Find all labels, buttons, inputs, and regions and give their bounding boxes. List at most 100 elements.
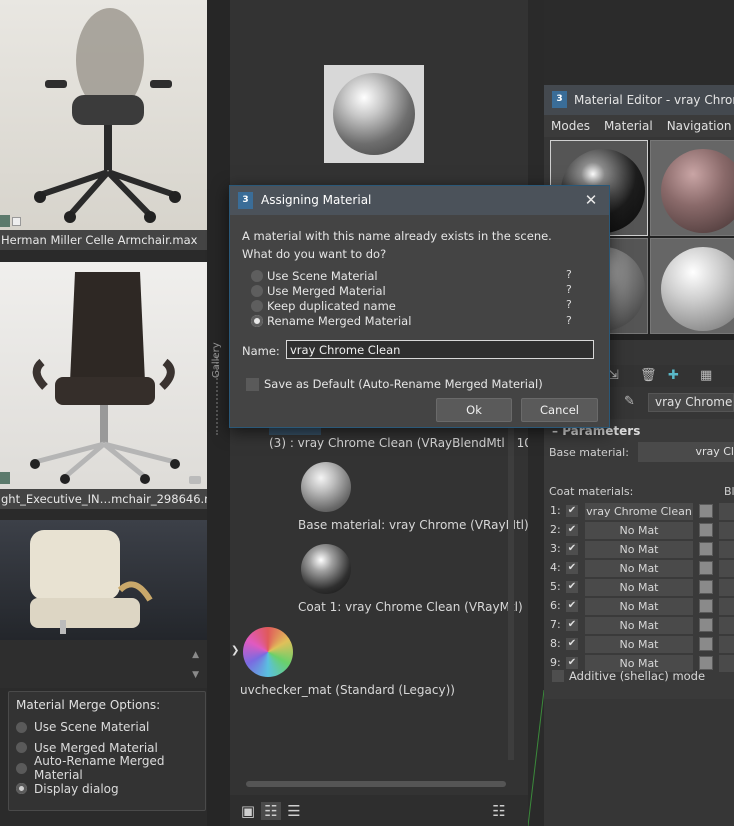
option-keep-duplicated-name[interactable]: Keep duplicated name	[251, 298, 571, 313]
coat-material-button[interactable]: No Mat	[585, 636, 693, 653]
list-view-icon[interactable]: ☰	[284, 802, 304, 820]
delete-icon[interactable]: 🗑	[640, 368, 657, 383]
coat-color-swatch[interactable]	[699, 637, 713, 651]
radio-selected-icon[interactable]	[16, 783, 27, 795]
material-entry-coat[interactable]: Coat 1: vray Chrome Clean (VRayMtl)	[298, 600, 523, 614]
merge-option-use-scene[interactable]: Use Scene Material	[16, 717, 198, 738]
coat-color-swatch[interactable]	[699, 618, 713, 632]
save-default-checkbox[interactable]	[246, 377, 259, 391]
asset-thumbnail-celle[interactable]: Herman Miller Celle Armchair.max	[0, 0, 207, 250]
coat-color-swatch[interactable]	[699, 523, 713, 537]
coat-enabled-checkbox[interactable]: ✔	[566, 543, 578, 555]
option-use-scene-material[interactable]: Use Scene Material	[251, 268, 571, 283]
base-material-button[interactable]: vray Cl	[638, 442, 734, 462]
coat-color-swatch[interactable]	[699, 580, 713, 594]
scroll-down-icon[interactable]: ▼	[192, 670, 199, 680]
gallery-label[interactable]: Gallery	[211, 342, 222, 378]
coat-blend-button[interactable]	[719, 503, 734, 520]
coat-material-button[interactable]: No Mat	[585, 617, 693, 634]
option-rename-merged-material[interactable]: Rename Merged Material	[251, 313, 571, 328]
name-input[interactable]	[286, 340, 594, 359]
dialog-titlebar[interactable]: 3 Assigning Material ✕	[230, 186, 609, 215]
asset-thumbnail-armchair[interactable]	[0, 520, 207, 640]
close-icon[interactable]: ✕	[581, 190, 601, 210]
help-icon[interactable]: ?	[566, 283, 572, 296]
help-icon[interactable]: ?	[566, 298, 572, 311]
base-material-sphere-icon[interactable]	[301, 462, 351, 512]
checker-icon[interactable]: ▦	[700, 368, 712, 383]
coat-enabled-checkbox[interactable]: ✔	[566, 581, 578, 593]
radio-icon[interactable]	[251, 269, 263, 282]
coat-blend-button[interactable]	[719, 541, 734, 558]
select-checkbox-icon[interactable]	[12, 217, 21, 226]
eyedropper-icon[interactable]: ✎	[624, 394, 635, 409]
material-entry-base[interactable]: Base material: vray Chrome (VRayMtl)	[298, 518, 529, 532]
help-icon[interactable]: ?	[566, 268, 572, 281]
coat-material-button[interactable]: No Mat	[585, 579, 693, 596]
additive-mode-row[interactable]: Additive (shellac) mode	[552, 669, 705, 683]
coat-material-button[interactable]: No Mat	[585, 598, 693, 615]
save-as-default-row[interactable]: Save as Default (Auto-Rename Merged Mate…	[246, 377, 543, 391]
merge-options-title: Material Merge Options:	[16, 698, 161, 712]
coat-material-button[interactable]: No Mat	[585, 560, 693, 577]
radio-icon[interactable]	[16, 762, 27, 774]
coat-material-button[interactable]: No Mat	[585, 522, 693, 539]
cancel-button[interactable]: Cancel	[521, 398, 598, 422]
material-editor-titlebar[interactable]: 3 Material Editor - vray Chrome C	[544, 85, 734, 115]
coat-material-button[interactable]: No Mat	[585, 541, 693, 558]
additive-checkbox[interactable]	[552, 670, 564, 682]
menu-material[interactable]: Material	[597, 115, 660, 137]
asset-thumbnail-executive[interactable]: ght_Executive_IN…mchair_298646.max	[0, 262, 207, 509]
app-logo-icon: 3	[238, 192, 253, 209]
material-entry-blend[interactable]: (3) : vray Chrome Clean (VRayBlendMtl - …	[269, 436, 537, 450]
coat-blend-button[interactable]	[719, 598, 734, 615]
coat-blend-button[interactable]	[719, 636, 734, 653]
coat-color-swatch[interactable]	[699, 656, 713, 670]
material-name-field[interactable]: vray Chrome Cle	[648, 393, 734, 412]
help-icon[interactable]: ?	[566, 314, 572, 327]
coat-blend-button[interactable]	[719, 522, 734, 539]
scroll-up-icon[interactable]: ▲	[192, 650, 199, 660]
radio-icon[interactable]	[251, 284, 263, 297]
make-unique-icon[interactable]: ✚	[668, 368, 679, 383]
menu-navigation[interactable]: Navigation	[660, 115, 734, 137]
sample-slot[interactable]	[650, 238, 734, 334]
coat-blend-button[interactable]	[719, 655, 734, 672]
coat-color-swatch[interactable]	[699, 542, 713, 556]
thumbnail-view-icon[interactable]: ▣	[238, 802, 258, 820]
coat-enabled-checkbox[interactable]: ✔	[566, 638, 578, 650]
detail-view-icon[interactable]: ☷	[261, 802, 281, 820]
sphere-icon	[333, 73, 415, 155]
coat-material-sphere-icon[interactable]	[301, 544, 351, 594]
uvchecker-sphere-icon[interactable]	[243, 627, 293, 677]
coat-color-swatch[interactable]	[699, 599, 713, 613]
coat-color-swatch[interactable]	[699, 561, 713, 575]
sample-slot[interactable]	[650, 140, 734, 236]
coat-enabled-checkbox[interactable]: ✔	[566, 562, 578, 574]
ok-button[interactable]: Ok	[436, 398, 512, 422]
coat-enabled-checkbox[interactable]: ✔	[566, 505, 578, 517]
coat-blend-button[interactable]	[719, 579, 734, 596]
radio-icon[interactable]	[16, 742, 27, 754]
option-label: Use Merged Material	[267, 283, 386, 298]
coat-enabled-checkbox[interactable]: ✔	[566, 600, 578, 612]
material-preview-top[interactable]	[324, 65, 424, 163]
horizontal-scrollbar[interactable]	[246, 781, 506, 787]
expand-arrow-icon[interactable]: ❯	[231, 645, 239, 656]
radio-icon[interactable]	[251, 299, 263, 312]
coat-blend-button[interactable]	[719, 560, 734, 577]
coat-blend-button[interactable]	[719, 617, 734, 634]
material-entry-uvchecker[interactable]: uvchecker_mat (Standard (Legacy))	[240, 683, 455, 697]
radio-selected-icon[interactable]	[251, 314, 263, 327]
radio-icon[interactable]	[16, 721, 27, 733]
coat-color-swatch[interactable]	[699, 504, 713, 518]
coat-material-button[interactable]: vray Chrome Clean	[585, 503, 693, 520]
option-use-merged-material[interactable]: Use Merged Material	[251, 283, 571, 298]
save-default-label: Save as Default (Auto-Rename Merged Mate…	[264, 377, 543, 391]
coat-enabled-checkbox[interactable]: ✔	[566, 524, 578, 536]
coat-enabled-checkbox[interactable]: ✔	[566, 657, 578, 669]
coat-enabled-checkbox[interactable]: ✔	[566, 619, 578, 631]
options-menu-icon[interactable]: ☷	[489, 802, 509, 820]
merge-option-auto-rename[interactable]: Auto-Rename Merged Material	[16, 754, 198, 782]
menu-modes[interactable]: Modes	[544, 115, 597, 137]
